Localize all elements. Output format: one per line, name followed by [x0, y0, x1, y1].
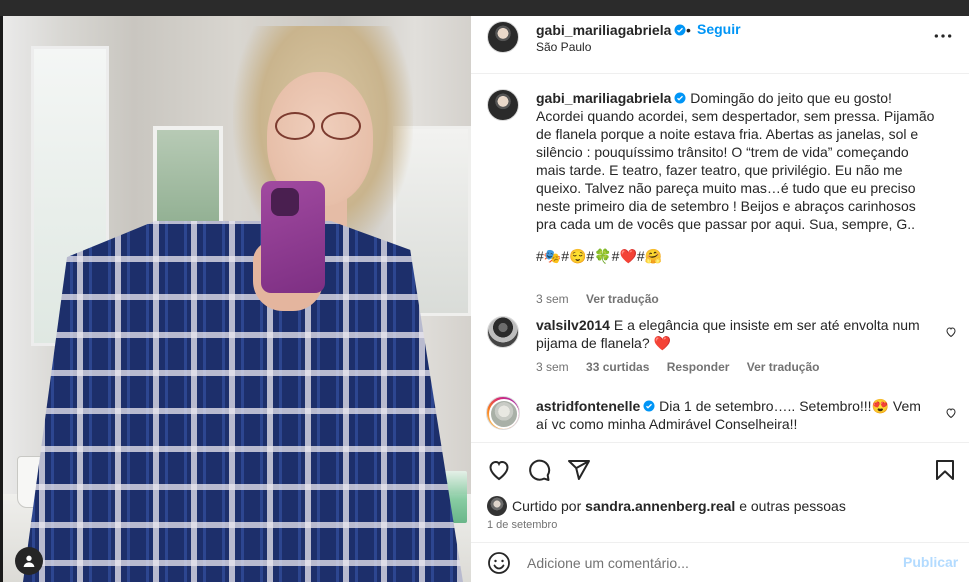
comment-likes[interactable]: 33 curtidas [586, 360, 649, 374]
author-username-text[interactable]: gabi_mariliagabriela [536, 22, 671, 38]
caption-body: gabi_mariliagabriela Domingão do jeito q… [536, 89, 936, 265]
verified-icon [643, 400, 655, 412]
post-date[interactable]: 1 de setembro [487, 519, 557, 531]
post-panel: gabi_mariliagabriela • Seguir São Paulo … [471, 16, 969, 582]
share-icon[interactable] [567, 458, 591, 482]
heart-icon[interactable] [487, 458, 511, 482]
post-header: gabi_mariliagabriela • Seguir São Paulo [471, 16, 969, 74]
liked-by-suffix[interactable]: e outras pessoas [739, 498, 846, 514]
comment-body: valsilv2014 E a elegância que insiste em… [536, 316, 936, 352]
header-separator: • [686, 22, 691, 38]
comment-meta: 3 sem 33 curtidas Responder Ver tradução [536, 360, 833, 374]
liked-by: Curtido por sandra.annenberg.real e outr… [487, 496, 846, 516]
caption-time[interactable]: 3 sem [536, 292, 569, 306]
comment-body: astridfontenelle Dia 1 de setembro….. Se… [536, 397, 936, 433]
comments-section[interactable]: gabi_mariliagabriela Domingão do jeito q… [471, 74, 969, 442]
action-bar: Curtido por sandra.annenberg.real e outr… [471, 442, 969, 546]
emoji-icon[interactable] [487, 551, 511, 575]
author-avatar[interactable] [487, 21, 519, 53]
photo-pajama-shirt [23, 221, 463, 582]
comment-avatar-ring[interactable] [486, 396, 520, 430]
follow-button[interactable]: Seguir [697, 21, 741, 37]
photo-glasses-left [275, 112, 315, 140]
photo-phone-camera [271, 188, 299, 216]
post-photo[interactable] [3, 16, 471, 582]
comment-reply-button[interactable]: Responder [667, 360, 730, 374]
caption-hashtags[interactable]: #🎭#😌#🍀#❤️#🤗 [536, 247, 936, 265]
author-username[interactable]: gabi_mariliagabriela [536, 22, 686, 38]
comment-input[interactable] [527, 553, 887, 573]
verified-icon [674, 24, 686, 36]
tagged-users-button[interactable] [15, 547, 43, 575]
photo-glasses-right [321, 112, 361, 140]
verified-icon [674, 92, 686, 104]
comment-username[interactable]: astridfontenelle [536, 398, 655, 414]
bookmark-icon[interactable] [933, 458, 957, 482]
more-icon[interactable] [933, 28, 953, 44]
liked-by-prefix: Curtido por [512, 498, 582, 514]
comment-heart-icon[interactable] [945, 326, 957, 338]
comment-icon[interactable] [527, 458, 551, 482]
caption-avatar[interactable] [487, 89, 519, 121]
liked-by-avatar[interactable] [487, 496, 507, 516]
comment-time[interactable]: 3 sem [536, 360, 569, 374]
comment-translate-link[interactable]: Ver tradução [747, 360, 820, 374]
caption-text: Domingão do jeito que eu gosto! Acordei … [536, 90, 935, 232]
instagram-post-modal: gabi_mariliagabriela • Seguir São Paulo … [0, 0, 969, 582]
post-location[interactable]: São Paulo [536, 40, 591, 54]
comment-avatar[interactable] [487, 316, 519, 348]
comment-composer: Publicar [471, 542, 969, 582]
backdrop-strip [0, 0, 969, 16]
liked-by-user[interactable]: sandra.annenberg.real [585, 498, 735, 514]
comment-heart-icon[interactable] [945, 407, 957, 419]
comment-avatar [489, 399, 519, 429]
user-icon [23, 555, 35, 567]
caption-translate-link[interactable]: Ver tradução [586, 292, 659, 306]
comment-username[interactable]: valsilv2014 [536, 317, 610, 333]
caption-username-text[interactable]: gabi_mariliagabriela [536, 90, 671, 106]
comment-username-text[interactable]: astridfontenelle [536, 398, 640, 414]
caption-meta: 3 sem Ver tradução [536, 292, 673, 306]
post-comment-button[interactable]: Publicar [903, 554, 958, 570]
caption-username[interactable]: gabi_mariliagabriela [536, 90, 686, 106]
photo-mirror-window [153, 126, 223, 236]
